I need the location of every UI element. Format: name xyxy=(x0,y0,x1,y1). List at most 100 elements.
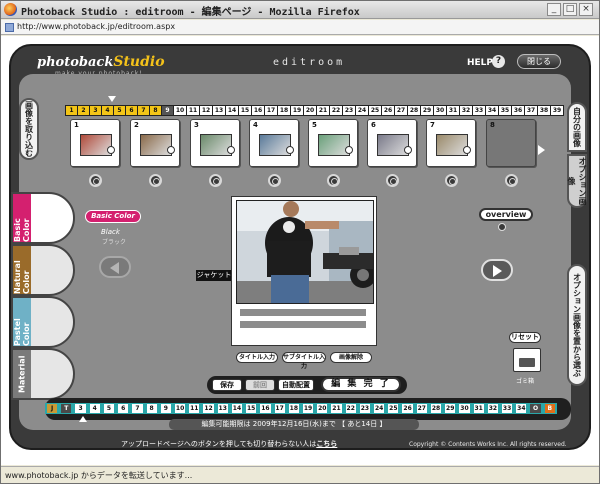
thumbnail-1[interactable]: 1 xyxy=(70,119,120,167)
minimize-button[interactable]: _ xyxy=(547,3,561,16)
top-page-22[interactable]: 22 xyxy=(330,106,342,115)
top-page-5[interactable]: 5 xyxy=(114,106,125,115)
rotate-icon[interactable] xyxy=(89,174,102,187)
top-page-2[interactable]: 2 xyxy=(78,106,89,115)
next-page-button[interactable] xyxy=(481,259,513,281)
top-page-31[interactable]: 31 xyxy=(447,106,459,115)
bottom-page-6[interactable]: 6 xyxy=(118,404,129,413)
thumbnail-7[interactable]: 7 xyxy=(426,119,476,167)
top-page-12[interactable]: 12 xyxy=(200,106,212,115)
my-images-button[interactable]: 自分の画像 xyxy=(567,102,587,152)
restore-button[interactable]: 前回 xyxy=(245,379,275,391)
top-page-8[interactable]: 8 xyxy=(150,106,161,115)
top-page-35[interactable]: 35 xyxy=(499,106,511,115)
top-page-27[interactable]: 27 xyxy=(395,106,407,115)
top-page-36[interactable]: 36 xyxy=(512,106,524,115)
bottom-page-3[interactable]: 3 xyxy=(75,404,86,413)
top-page-13[interactable]: 13 xyxy=(213,106,225,115)
save-button[interactable]: 保存 xyxy=(212,379,242,391)
rotate-icon[interactable] xyxy=(268,174,281,187)
bottom-page-13[interactable]: 13 xyxy=(217,404,228,413)
top-page-7[interactable]: 7 xyxy=(138,106,149,115)
bottom-page-B[interactable]: B xyxy=(544,404,555,413)
top-page-1[interactable]: 1 xyxy=(66,106,77,115)
bottom-page-11[interactable]: 11 xyxy=(189,404,200,413)
top-page-10[interactable]: 10 xyxy=(174,106,186,115)
bottom-page-8[interactable]: 8 xyxy=(146,404,157,413)
top-page-9[interactable]: 9 xyxy=(162,106,173,115)
top-page-14[interactable]: 14 xyxy=(226,106,238,115)
top-page-6[interactable]: 6 xyxy=(126,106,137,115)
subtitle-input-button[interactable]: サブタイトル入力 xyxy=(282,352,326,370)
top-page-3[interactable]: 3 xyxy=(90,106,101,115)
top-page-29[interactable]: 29 xyxy=(421,106,433,115)
title-input-button[interactable]: タイトル入力 xyxy=(236,352,278,363)
top-page-26[interactable]: 26 xyxy=(382,106,394,115)
basic-color-button[interactable]: Basic Color xyxy=(85,210,141,223)
bottom-page-4[interactable]: 4 xyxy=(89,404,100,413)
bottom-page-25[interactable]: 25 xyxy=(388,404,399,413)
top-page-17[interactable]: 17 xyxy=(265,106,277,115)
top-page-21[interactable]: 21 xyxy=(317,106,329,115)
thumbnail-4[interactable]: 4 xyxy=(249,119,299,167)
bottom-page-32[interactable]: 32 xyxy=(487,404,498,413)
top-page-28[interactable]: 28 xyxy=(408,106,420,115)
bottom-page-O[interactable]: O xyxy=(530,404,541,413)
top-page-4[interactable]: 4 xyxy=(102,106,113,115)
bottom-page-5[interactable]: 5 xyxy=(103,404,115,413)
bottom-page-7[interactable]: 7 xyxy=(132,404,143,413)
color-tab-natural-color[interactable]: Natural Color xyxy=(11,244,75,296)
rotate-icon[interactable] xyxy=(386,174,399,187)
top-page-30[interactable]: 30 xyxy=(434,106,446,115)
footer-help-link[interactable]: こちら xyxy=(316,440,337,448)
bottom-page-18[interactable]: 18 xyxy=(288,404,299,413)
top-page-32[interactable]: 32 xyxy=(460,106,472,115)
bottom-page-22[interactable]: 22 xyxy=(345,404,356,413)
option-images-button[interactable]: オプション画像 xyxy=(567,154,587,208)
top-page-38[interactable]: 38 xyxy=(538,106,550,115)
bottom-page-20[interactable]: 20 xyxy=(317,404,328,413)
bottom-page-24[interactable]: 24 xyxy=(374,404,385,413)
help-link[interactable]: HELP xyxy=(467,58,493,68)
thumbnail-3[interactable]: 3 xyxy=(190,119,240,167)
bottom-page-9[interactable]: 9 xyxy=(160,404,171,413)
color-tab-basic-color[interactable]: Basic Color xyxy=(11,192,75,244)
bottom-page-34[interactable]: 34 xyxy=(516,404,527,413)
rotate-icon[interactable] xyxy=(327,174,340,187)
maximize-button[interactable]: □ xyxy=(563,3,577,16)
bottom-page-29[interactable]: 29 xyxy=(445,404,456,413)
top-page-20[interactable]: 20 xyxy=(304,106,316,115)
bottom-page-30[interactable]: 30 xyxy=(459,404,470,413)
top-page-15[interactable]: 15 xyxy=(239,106,251,115)
rotate-icon[interactable] xyxy=(445,174,458,187)
auto-layout-button[interactable]: 自動配置 xyxy=(278,379,314,391)
url-text[interactable]: http://www.photoback.jp/editroom.aspx xyxy=(17,22,175,31)
bottom-page-23[interactable]: 23 xyxy=(359,404,371,413)
image-release-button[interactable]: 画像解除 xyxy=(330,352,372,363)
top-page-25[interactable]: 25 xyxy=(369,106,381,115)
top-page-23[interactable]: 23 xyxy=(343,106,355,115)
top-page-34[interactable]: 34 xyxy=(486,106,498,115)
bottom-page-10[interactable]: 10 xyxy=(174,404,186,413)
bottom-page-33[interactable]: 33 xyxy=(502,404,513,413)
bottom-page-31[interactable]: 31 xyxy=(473,404,484,413)
bottom-page-J[interactable]: J xyxy=(47,404,58,413)
main-photo[interactable] xyxy=(236,200,374,304)
color-tab-material[interactable]: Material xyxy=(11,348,75,400)
overview-button[interactable]: overview xyxy=(479,208,533,221)
top-page-16[interactable]: 16 xyxy=(252,106,264,115)
thumbnail-2[interactable]: 2 xyxy=(130,119,180,167)
help-icon[interactable]: ? xyxy=(492,55,505,68)
bottom-page-21[interactable]: 21 xyxy=(331,404,342,413)
bottom-page-T[interactable]: T xyxy=(61,404,72,413)
top-page-39[interactable]: 39 xyxy=(551,106,563,115)
bottom-page-14[interactable]: 14 xyxy=(231,404,243,413)
bottom-page-17[interactable]: 17 xyxy=(274,404,285,413)
thumbnail-8[interactable]: 8 xyxy=(486,119,536,167)
top-page-11[interactable]: 11 xyxy=(187,106,199,115)
top-page-19[interactable]: 19 xyxy=(291,106,303,115)
reset-button[interactable]: リセット xyxy=(509,332,541,343)
bottom-page-16[interactable]: 16 xyxy=(260,404,271,413)
top-page-33[interactable]: 33 xyxy=(473,106,485,115)
trash-icon[interactable] xyxy=(513,348,541,372)
